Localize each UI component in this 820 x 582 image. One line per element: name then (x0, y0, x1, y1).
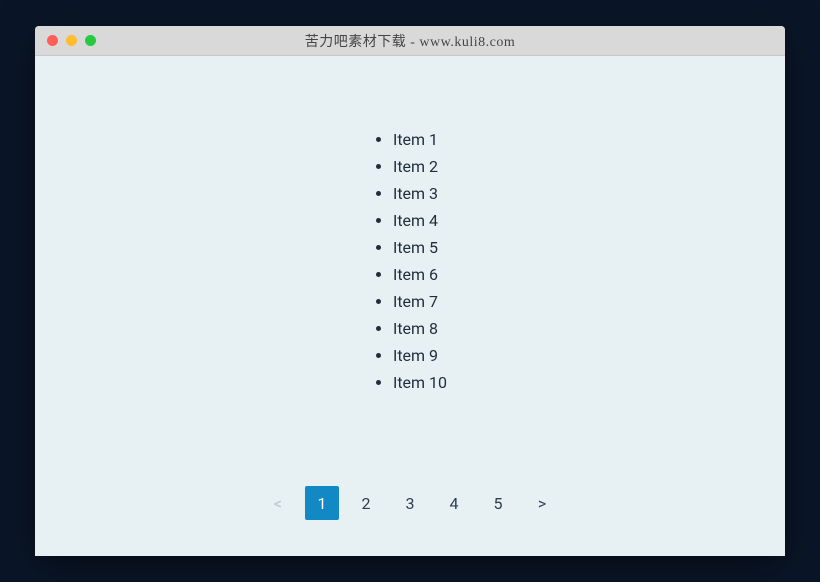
list-item: Item 3 (393, 180, 447, 207)
list-item: Item 10 (393, 369, 447, 396)
app-window: 苦力吧素材下载 - www.kuli8.com Item 1 Item 2 It… (35, 26, 785, 556)
page-button-4[interactable]: 4 (437, 486, 471, 520)
page-button-5[interactable]: 5 (481, 486, 515, 520)
page-button-2[interactable]: 2 (349, 486, 383, 520)
list-wrap: Item 1 Item 2 Item 3 Item 4 Item 5 Item … (75, 126, 745, 396)
list-item: Item 5 (393, 234, 447, 261)
prev-page-button[interactable]: < (261, 486, 295, 520)
minimize-icon[interactable] (66, 35, 77, 46)
titlebar: 苦力吧素材下载 - www.kuli8.com (35, 26, 785, 56)
list-item: Item 6 (393, 261, 447, 288)
page-button-3[interactable]: 3 (393, 486, 427, 520)
close-icon[interactable] (47, 35, 58, 46)
list-item: Item 7 (393, 288, 447, 315)
window-title: 苦力吧素材下载 - www.kuli8.com (35, 31, 785, 51)
maximize-icon[interactable] (85, 35, 96, 46)
traffic-lights (35, 35, 96, 46)
next-page-button[interactable]: > (525, 486, 559, 520)
list-item: Item 1 (393, 126, 447, 153)
pagination: < 1 2 3 4 5 > (75, 486, 745, 526)
list-item: Item 2 (393, 153, 447, 180)
item-list: Item 1 Item 2 Item 3 Item 4 Item 5 Item … (373, 126, 447, 396)
content-area: Item 1 Item 2 Item 3 Item 4 Item 5 Item … (35, 56, 785, 556)
list-item: Item 9 (393, 342, 447, 369)
page-button-1[interactable]: 1 (305, 486, 339, 520)
list-item: Item 4 (393, 207, 447, 234)
list-item: Item 8 (393, 315, 447, 342)
